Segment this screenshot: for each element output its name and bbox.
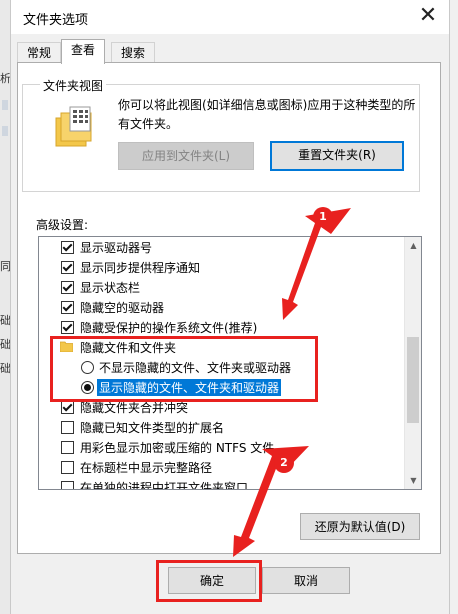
- annotation-badge-1: 1: [313, 207, 333, 227]
- annotation-arrows: [233, 208, 351, 557]
- highlight-box-ok: [156, 560, 262, 602]
- highlight-box-hidden-files: [50, 336, 318, 402]
- annotation-badge-2: 2: [274, 453, 294, 473]
